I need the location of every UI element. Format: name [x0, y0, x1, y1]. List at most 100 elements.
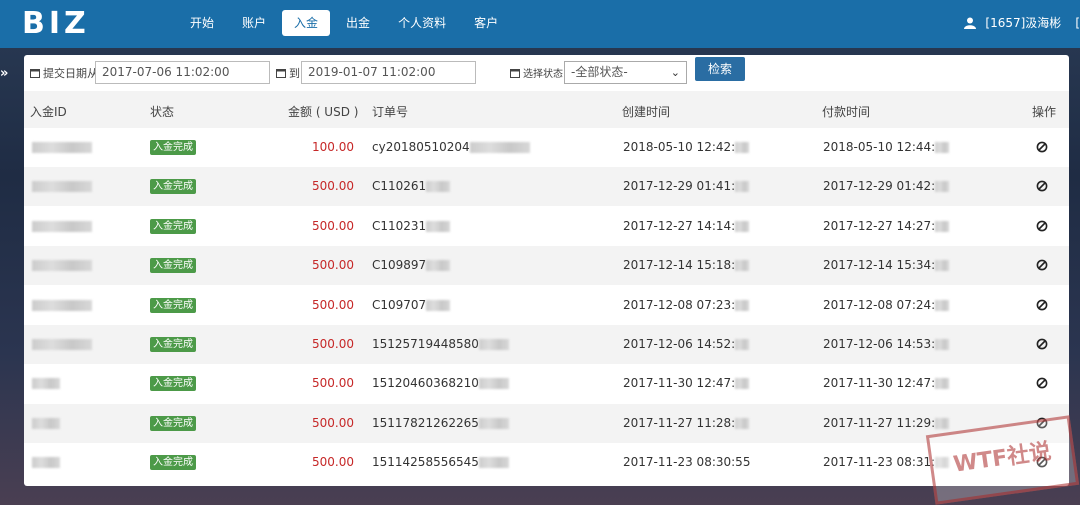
status-badge: 入金完成	[150, 337, 196, 352]
created-time-cell: 2017-12-06 14:52:	[623, 337, 750, 351]
col-header-order-no: 订单号	[372, 105, 409, 119]
order-no-cell: C109897	[372, 258, 451, 273]
col-header-amount: 金额 ( USD )	[288, 105, 359, 119]
status-badge: 入金完成	[150, 376, 196, 392]
deposit-id-cell	[32, 298, 92, 312]
table-row: 入金完成 500.00 C109707 2017-12-08 07:23: 2017-1…	[24, 285, 1069, 325]
col-header-deposit-id: 入金ID	[30, 105, 67, 119]
created-time-cell: 2017-12-27 14:14:	[623, 218, 750, 233]
search-button[interactable]: 检索	[695, 57, 745, 81]
order-no-cell: 15117821262265	[372, 416, 509, 430]
table-row: 入金完成 500.00 15120460368210 2017-11-30 12:47…	[24, 364, 1069, 404]
paid-time-cell: 2017-12-14 15:34:	[823, 258, 950, 272]
date-to-input[interactable]: 2019-01-07 11:02:00	[301, 61, 476, 84]
created-time-cell: 2017-11-30 12:47:	[623, 376, 750, 391]
order-no-text: 15120460368210	[372, 376, 479, 391]
table-row: 入金完成 500.00 15125719448580 2017-12-06 14:52…	[24, 325, 1069, 364]
cancel-icon[interactable]	[1036, 220, 1048, 232]
status-select[interactable]: -全部状态- ⌄	[564, 61, 687, 84]
table-row: 入金完成 100.00 cy20180510204 2018-05-10 12:42:…	[24, 128, 1069, 167]
paid-time-cell: 2017-11-30 12:47:	[823, 376, 950, 391]
nav-item-profile[interactable]: 个人资料	[386, 10, 458, 36]
status-badge: 入金完成	[150, 455, 196, 471]
deposit-id-cell	[32, 455, 60, 469]
order-no-text: 15117821262265	[372, 415, 479, 430]
order-no-text: C109897	[372, 258, 427, 273]
cancel-icon[interactable]	[1036, 259, 1048, 271]
user-icon	[964, 17, 977, 29]
amount-cell: 100.00	[312, 140, 354, 154]
deposit-id-cell	[32, 219, 92, 233]
status-filter-label: 选择状态	[510, 65, 563, 80]
table-row: 入金完成 500.00 15114258556545 2017-11-23 08:30…	[24, 443, 1069, 483]
date-from-input[interactable]: 2017-07-06 11:02:00	[95, 61, 270, 84]
nav-item-start[interactable]: 开始	[178, 10, 226, 36]
created-time-cell: 2017-12-08 07:23:	[623, 298, 750, 312]
amount-cell: 500.00	[312, 455, 354, 470]
paid-time-cell: 2017-12-27 14:27:	[823, 218, 950, 233]
cancel-icon[interactable]	[1036, 338, 1048, 350]
created-time-cell: 2018-05-10 12:42:	[623, 140, 750, 154]
created-time-text: 2017-11-27 11:28:	[623, 415, 736, 430]
created-time-text: 2017-12-27 14:14:	[623, 218, 736, 233]
brand-logo[interactable]: BIZ	[22, 8, 98, 40]
created-time-text: 2018-05-10 12:42:	[623, 140, 736, 154]
order-no-cell: 15125719448580	[372, 337, 509, 351]
order-no-cell: 15114258556545	[372, 455, 509, 469]
created-time-cell: 2017-11-23 08:30:55	[623, 455, 750, 469]
amount-cell: 500.00	[312, 376, 354, 391]
col-header-created-time: 创建时间	[622, 105, 671, 119]
calendar-icon	[276, 69, 286, 78]
col-header-actions: 操作	[1032, 105, 1057, 119]
nav-item-account[interactable]: 账户	[230, 10, 278, 36]
order-no-text: C110261	[372, 179, 427, 194]
order-no-text: C110231	[372, 218, 427, 233]
created-time-cell: 2017-12-29 01:41:	[623, 179, 750, 193]
table-header: 入金ID 状态 金额 ( USD ) 订单号 创建时间 付款时间 操作	[24, 91, 1069, 128]
user-name: [1657]汲海彬	[985, 16, 1062, 30]
created-time-text: 2017-11-23 08:30:55	[623, 455, 751, 470]
deposit-id-cell	[32, 337, 92, 351]
order-no-text: cy20180510204	[372, 140, 470, 154]
chevron-down-icon: ⌄	[670, 66, 680, 79]
amount-cell: 500.00	[312, 297, 354, 312]
cancel-icon[interactable]	[1036, 141, 1048, 153]
status-select-value: -全部状态-	[571, 65, 628, 79]
table-row: 入金完成 500.00 C109897 2017-12-14 15:18: 2017-1…	[24, 246, 1069, 286]
nav-item-deposit[interactable]: 入金	[282, 10, 331, 36]
user-menu[interactable]: [1657]汲海彬 [	[964, 14, 1080, 31]
deposit-panel: 提交日期从 2017-07-06 11:02:00 到 2019-01-07 1…	[24, 55, 1069, 486]
paid-time-text: 2018-05-10 12:44:	[823, 140, 936, 154]
created-time-cell: 2017-11-27 11:28:	[623, 415, 750, 430]
created-time-text: 2017-11-30 12:47:	[623, 376, 736, 391]
status-badge: 入金完成	[150, 258, 196, 274]
amount-cell: 500.00	[312, 179, 354, 194]
status-badge: 入金完成	[150, 415, 196, 431]
paid-time-text: 2017-11-30 12:47:	[823, 376, 936, 391]
order-no-cell: C110261	[372, 179, 451, 194]
deposit-id-cell	[32, 416, 60, 430]
main-nav: 开始 账户 入金 出金 个人资料 客户	[178, 10, 514, 36]
order-no-text: 15125719448580	[372, 337, 479, 351]
order-no-cell: 15120460368210	[372, 376, 509, 390]
deposit-id-cell	[32, 179, 92, 193]
amount-cell: 500.00	[312, 337, 354, 351]
sidebar-expand-icon[interactable]: »	[0, 66, 9, 81]
status-badge: 入金完成	[150, 297, 196, 313]
cancel-icon[interactable]	[1036, 180, 1048, 192]
paid-time-text: 2017-12-06 14:53:	[823, 337, 936, 351]
user-menu-separator: [	[1075, 15, 1080, 30]
order-no-text: 15114258556545	[372, 455, 479, 470]
col-header-paid-time: 付款时间	[822, 105, 871, 119]
nav-item-withdraw[interactable]: 出金	[334, 10, 382, 36]
nav-item-clients[interactable]: 客户	[462, 10, 510, 36]
order-no-cell: cy20180510204	[372, 140, 530, 154]
cancel-icon[interactable]	[1036, 377, 1048, 389]
paid-time-cell: 2018-05-10 12:44:	[823, 140, 950, 154]
paid-time-cell: 2017-12-08 07:24:	[823, 298, 950, 312]
paid-time-cell: 2017-11-27 11:29:	[823, 416, 950, 430]
cancel-icon[interactable]	[1036, 299, 1048, 311]
paid-time-text: 2017-12-27 14:27:	[823, 218, 936, 233]
paid-time-text: 2017-11-23 08:31:	[823, 455, 936, 470]
amount-cell: 500.00	[312, 218, 354, 233]
